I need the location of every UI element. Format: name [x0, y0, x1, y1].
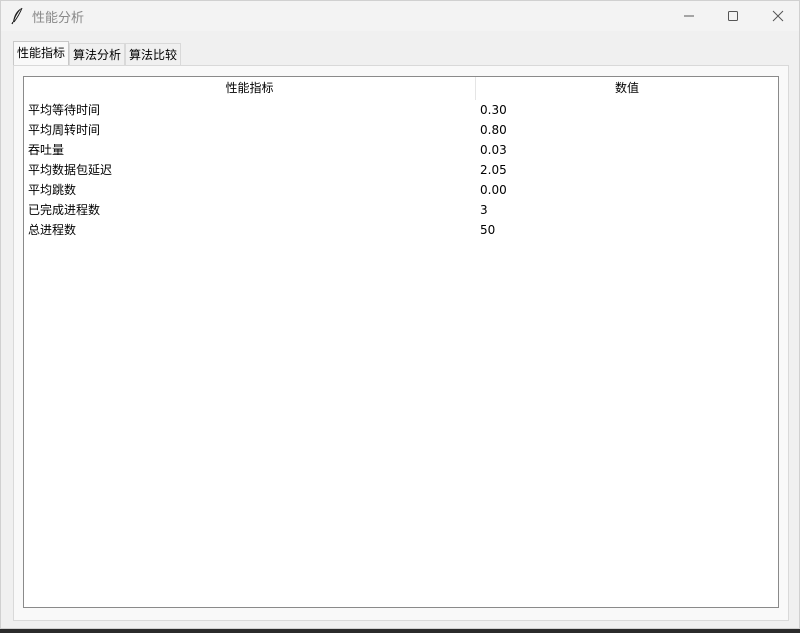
table-row[interactable]: 平均数据包延迟 2.05 [24, 160, 778, 180]
minimize-icon [683, 10, 695, 22]
metric-name: 吞吐量 [28, 143, 65, 157]
metric-name: 平均数据包延迟 [28, 163, 113, 177]
table-body: 平均等待时间 0.30 平均周转时间 0.80 吞吐量 0.03 平均数据包延迟… [24, 100, 778, 240]
tab-algorithm-analysis[interactable]: 算法分析 [69, 43, 126, 65]
tab-performance-metrics[interactable]: 性能指标 [13, 41, 70, 65]
metric-value: 0.30 [480, 103, 507, 117]
table-row[interactable]: 平均等待时间 0.30 [24, 100, 778, 120]
window-title: 性能分析 [32, 11, 85, 26]
column-header-value[interactable]: 数值 [476, 77, 778, 100]
metric-value: 0.00 [480, 183, 507, 197]
table-header: 性能指标 数值 [24, 77, 778, 100]
close-icon [772, 10, 784, 22]
tab-algorithm-comparison[interactable]: 算法比较 [125, 43, 182, 65]
maximize-button[interactable] [710, 1, 756, 31]
metric-name: 总进程数 [28, 223, 77, 237]
metric-value: 0.80 [480, 123, 507, 137]
metric-value: 2.05 [480, 163, 507, 177]
app-window: 性能分析 性能指标 算法分析 算法比较 性能指标 数值 平均等待时间 0.30 … [0, 0, 800, 629]
metric-value: 0.03 [480, 143, 507, 157]
table-row[interactable]: 已完成进程数 3 [24, 200, 778, 220]
title-bar[interactable]: 性能分析 [1, 1, 799, 31]
close-button[interactable] [755, 1, 800, 31]
table-row[interactable]: 吞吐量 0.03 [24, 140, 778, 160]
tab-bar: 性能指标 算法分析 算法比较 [13, 41, 182, 65]
feather-icon [11, 7, 25, 25]
metric-value: 50 [480, 223, 496, 237]
metric-name: 平均跳数 [28, 183, 77, 197]
metric-name: 已完成进程数 [28, 203, 101, 217]
metric-name: 平均周转时间 [28, 123, 101, 137]
maximize-icon [727, 10, 739, 22]
table-row[interactable]: 总进程数 50 [24, 220, 778, 240]
table-row[interactable]: 平均跳数 0.00 [24, 180, 778, 200]
table-row[interactable]: 平均周转时间 0.80 [24, 120, 778, 140]
metric-name: 平均等待时间 [28, 103, 101, 117]
metrics-table[interactable]: 性能指标 数值 平均等待时间 0.30 平均周转时间 0.80 吞吐量 0.03… [23, 76, 779, 608]
minimize-button[interactable] [666, 1, 712, 31]
column-header-metric[interactable]: 性能指标 [24, 77, 476, 100]
metric-value: 3 [480, 203, 488, 217]
